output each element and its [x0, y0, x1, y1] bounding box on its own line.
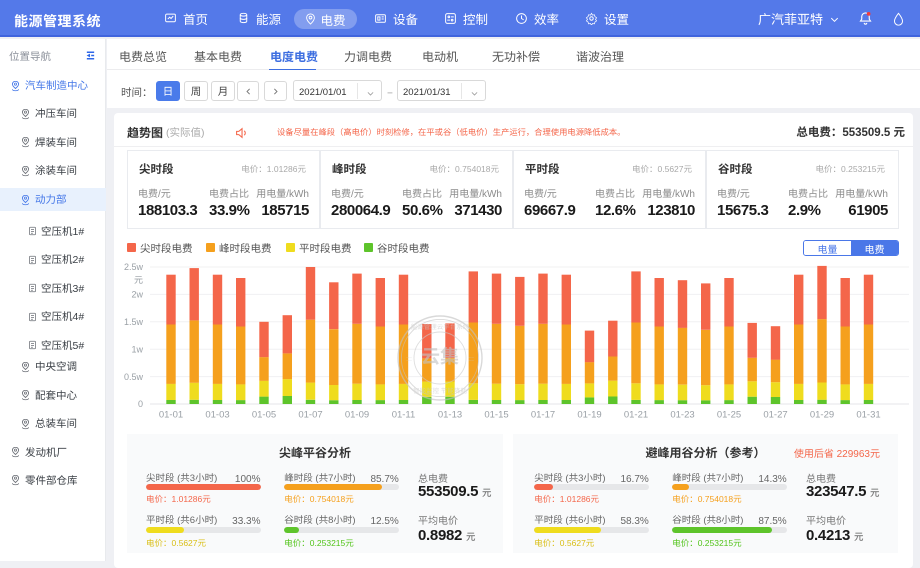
- svg-text:0: 0: [138, 397, 143, 410]
- svg-text:01-03: 01-03: [205, 407, 229, 421]
- svg-text:01-29: 01-29: [810, 407, 834, 421]
- svg-text:01-23: 01-23: [670, 407, 694, 421]
- svg-text:智能监控 节能降耗: 智能监控 节能降耗: [413, 385, 467, 395]
- svg-text:2.5w: 2.5w: [124, 260, 144, 273]
- svg-text::::: :::: [406, 354, 412, 364]
- svg-text:01-01: 01-01: [159, 407, 183, 421]
- svg-text:01-15: 01-15: [484, 407, 508, 421]
- svg-text:1.5w: 1.5w: [124, 315, 144, 328]
- svg-text:能源管理云平台系统: 能源管理云平台系统: [411, 321, 470, 331]
- svg-text:01-05: 01-05: [252, 407, 276, 421]
- svg-text:01-25: 01-25: [717, 407, 741, 421]
- svg-text:01-17: 01-17: [531, 407, 555, 421]
- svg-text:01-27: 01-27: [763, 407, 787, 421]
- svg-text:01-31: 01-31: [856, 407, 880, 421]
- svg-text:0.5w: 0.5w: [124, 370, 144, 383]
- svg-text:01-21: 01-21: [624, 407, 648, 421]
- svg-text:2w: 2w: [131, 288, 143, 301]
- svg-text::::: :::: [468, 354, 474, 364]
- svg-text:云集: 云集: [421, 342, 459, 369]
- svg-text:01-07: 01-07: [298, 407, 322, 421]
- svg-text:元: 元: [134, 273, 143, 286]
- svg-text:01-13: 01-13: [438, 407, 462, 421]
- svg-text:01-19: 01-19: [577, 407, 601, 421]
- svg-text:1w: 1w: [131, 342, 143, 355]
- svg-text:01-09: 01-09: [345, 407, 369, 421]
- svg-text:01-11: 01-11: [392, 407, 416, 421]
